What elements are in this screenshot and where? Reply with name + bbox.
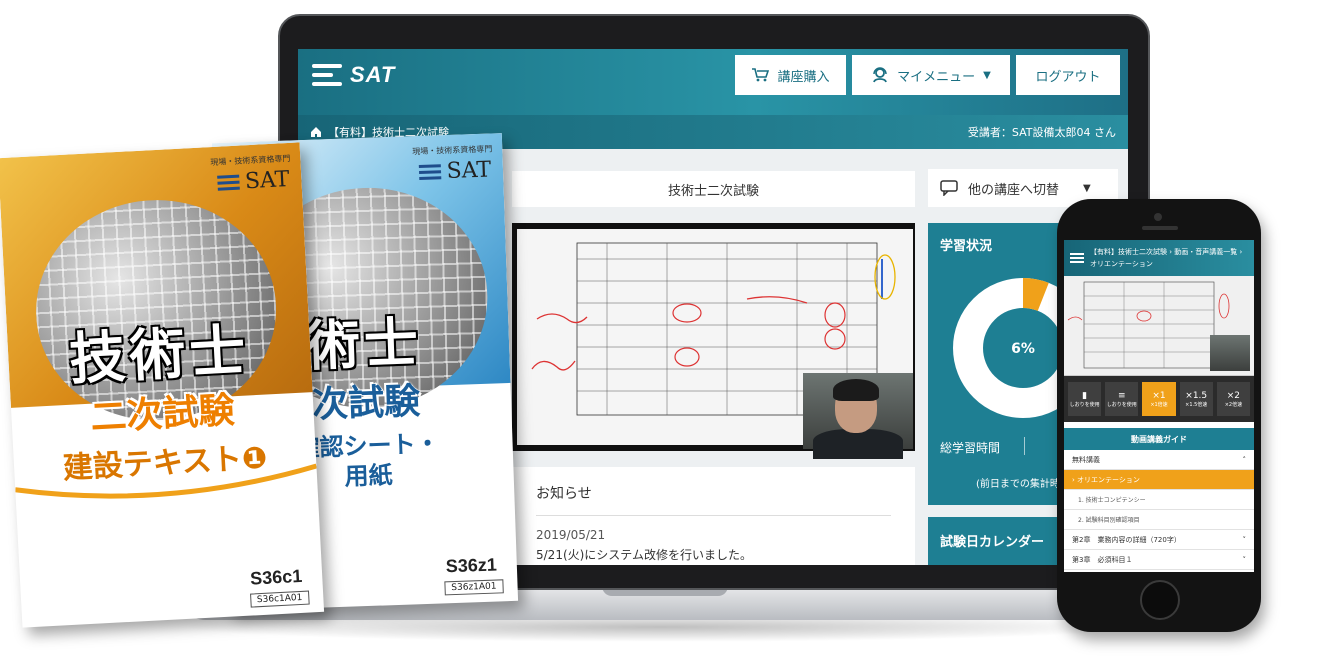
chevron-down-icon: ˅	[1242, 555, 1247, 564]
phone-header: 【有料】技術士二次試験 › 動画・音声講義一覧 › オリエンテーション	[1064, 240, 1254, 276]
chapter-3[interactable]: 第3章 必須科目１ ˅	[1064, 550, 1254, 570]
switch-course-label: 他の講座へ切替	[968, 182, 1060, 198]
total-study-time-label: 総学習時間	[940, 441, 1001, 455]
bookmark-icon: ▮	[1082, 390, 1088, 401]
chat-bubble-icon	[940, 180, 958, 196]
playback-controls: ▮ しおりを使用 ≡ しおりを使用 ×1 ×1倍速 ×1.5 ×1.5倍速 ×2…	[1064, 376, 1254, 422]
free-lectures-section[interactable]: 無料講義 ˄	[1064, 450, 1254, 470]
phone-speaker	[1142, 226, 1178, 230]
phone-breadcrumb[interactable]: 【有料】技術士二次試験 › 動画・音声講義一覧 ›	[1090, 247, 1242, 257]
bookmark-list-button[interactable]: ≡ しおりを使用	[1105, 382, 1139, 416]
my-menu-label: マイメニュー	[897, 69, 976, 85]
phone-subtitle: オリエンテーション	[1090, 260, 1153, 268]
phone-home-button[interactable]	[1140, 580, 1180, 620]
lecture-item-1[interactable]: 1. 技術士コンピテンシー	[1064, 490, 1254, 510]
notice-date: 2019/05/21	[536, 528, 606, 542]
book-code: S36z1	[445, 554, 498, 577]
bookmark-button[interactable]: ▮ しおりを使用	[1068, 382, 1102, 416]
app-header: SAT 講座購入 マイメニュー ▼ ログアウト	[298, 49, 1128, 115]
notice-message[interactable]: 5/21(火)にシステム改修を行いました。	[536, 546, 891, 563]
divider	[1024, 437, 1025, 455]
lecture-guide-heading: 動画講義ガイド	[1064, 428, 1254, 450]
book-brand: SAT	[216, 167, 290, 196]
logout-button[interactable]: ログアウト	[1016, 55, 1120, 95]
phone-camera	[1154, 213, 1162, 221]
lecture-item-2[interactable]: 2. 試験科目別確認項目	[1064, 510, 1254, 530]
video-player[interactable]	[512, 223, 915, 459]
speed-1-5x-button[interactable]: ×1.5 ×1.5倍速	[1179, 382, 1213, 416]
phone-video-player[interactable]	[1064, 276, 1254, 376]
book-code: S36c1	[249, 565, 303, 589]
lecture-item-orientation[interactable]: › オリエンテーション	[1064, 470, 1254, 490]
my-menu-button[interactable]: マイメニュー ▼	[852, 55, 1010, 95]
sat-logo-icon	[216, 174, 240, 191]
user-name: 受講者：SAT設備太郎04 さん	[967, 126, 1116, 139]
progress-percent: 6%	[1011, 341, 1035, 357]
presenter-video	[803, 373, 913, 459]
textbook-front: 現場・技術系資格専門 SAT 技術士 二次試験 建設テキスト❶ S36c1 S3…	[0, 142, 325, 628]
notice-panel: お知らせ 2019/05/21 5/21(火)にシステム改修を行いました。	[512, 467, 915, 565]
speed-1x-button[interactable]: ×1 ×1倍速	[1142, 382, 1176, 416]
hamburger-icon[interactable]	[312, 64, 342, 86]
book-subcode: S36z1A01	[444, 579, 504, 596]
chevron-down-icon: ˅	[1242, 535, 1247, 544]
course-title: 技術士二次試験	[512, 171, 915, 207]
book-brand-text: SAT	[244, 167, 291, 195]
user-headset-icon	[873, 67, 888, 83]
list-icon: ≡	[1118, 390, 1126, 401]
sat-logo[interactable]: SAT	[312, 62, 395, 88]
presenter-video	[1210, 335, 1250, 371]
aggregation-note: (前日までの集計時	[976, 479, 1060, 490]
progress-title: 学習状況	[940, 239, 993, 254]
sat-logo-icon	[418, 164, 441, 181]
buy-course-button[interactable]: 講座購入	[735, 55, 846, 95]
cart-icon	[752, 68, 770, 82]
chevron-up-icon: ˄	[1242, 455, 1247, 464]
book-brand-text: SAT	[446, 157, 492, 185]
buy-course-label: 講座購入	[777, 69, 830, 85]
brand-name: SAT	[350, 62, 396, 87]
phone-screen: 【有料】技術士二次試験 › 動画・音声講義一覧 › オリエンテーション ▮ しお…	[1064, 240, 1254, 572]
book-brand: SAT	[418, 157, 491, 185]
hamburger-icon[interactable]	[1070, 253, 1084, 263]
home-icon[interactable]	[310, 126, 322, 138]
chevron-down-icon: ▼	[1083, 182, 1091, 194]
notice-title: お知らせ	[536, 483, 891, 516]
chevron-down-icon: ▼	[983, 69, 991, 81]
chapter-2[interactable]: 第2章 業務内容の詳細（720字） ˅	[1064, 530, 1254, 550]
logout-label: ログアウト	[1035, 69, 1101, 85]
book-subcode: S36c1A01	[249, 590, 310, 608]
speed-2x-button[interactable]: ×2 ×2倍速	[1216, 382, 1251, 416]
